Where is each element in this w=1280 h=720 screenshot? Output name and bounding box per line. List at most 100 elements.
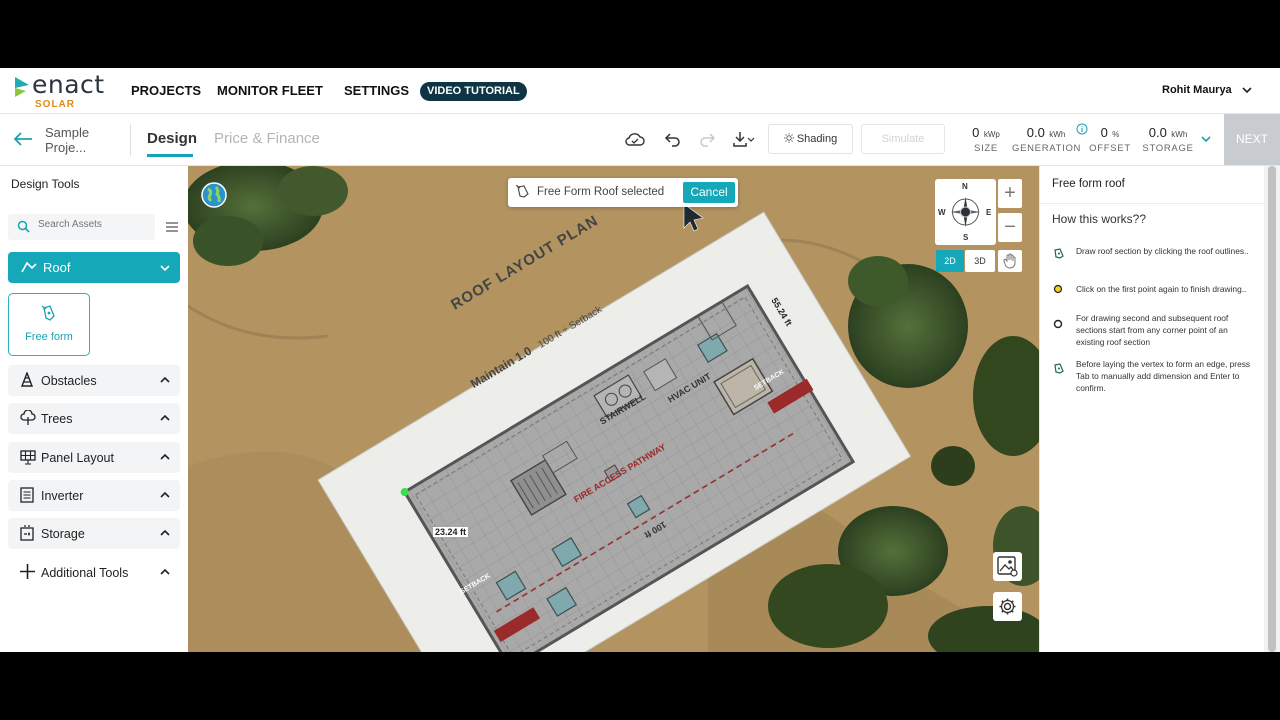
- stat-label: GENERATION: [1012, 143, 1082, 154]
- cloud-save-icon[interactable]: [624, 130, 646, 148]
- gear-icon: [999, 598, 1016, 615]
- stat-unit: kWp: [983, 130, 1000, 139]
- stat-value: 0: [972, 125, 980, 140]
- roof-category-button[interactable]: Roof: [8, 252, 180, 283]
- project-name[interactable]: Sample Proje...: [45, 125, 105, 155]
- free-form-roof-tool[interactable]: Free form: [8, 293, 90, 356]
- globe-icon[interactable]: [201, 182, 227, 208]
- panel-layout-section[interactable]: Panel Layout: [8, 442, 180, 473]
- chevron-up-icon: [160, 376, 170, 383]
- help-panel: Free form roof How this works?? Draw roo…: [1039, 166, 1265, 652]
- nav-settings[interactable]: SETTINGS: [344, 83, 409, 98]
- help-title: Free form roof: [1052, 178, 1125, 190]
- plus-icon: [20, 564, 35, 579]
- compass-east: E: [986, 208, 992, 217]
- top-navigation: enact SOLAR PROJECTS MONITOR FLEET SETTI…: [0, 68, 1280, 114]
- pan-tool-button[interactable]: [998, 250, 1022, 272]
- zoom-out-button[interactable]: −: [998, 213, 1022, 242]
- help-step: Click on the first point again to finish…: [1076, 284, 1247, 294]
- obstacles-section[interactable]: Obstacles: [8, 365, 180, 396]
- chevron-up-icon: [160, 491, 170, 498]
- zoom-in-button[interactable]: +: [998, 179, 1022, 208]
- image-overlay-button[interactable]: [993, 552, 1022, 581]
- pen-tool-icon: [1054, 363, 1064, 374]
- section-label: Panel Layout: [41, 451, 114, 465]
- enact-logo[interactable]: enact SOLAR: [13, 70, 113, 110]
- section-label: Obstacles: [41, 374, 97, 388]
- chevron-down-icon[interactable]: [1200, 134, 1212, 144]
- sun-icon: [783, 133, 794, 143]
- cancel-button[interactable]: Cancel: [683, 182, 735, 203]
- list-menu-icon[interactable]: [166, 222, 178, 232]
- solar-panel-icon: [20, 450, 36, 465]
- shading-button[interactable]: Shading: [768, 124, 853, 154]
- simulate-button[interactable]: Simulate: [861, 124, 945, 154]
- obstacle-icon: [20, 372, 34, 387]
- selection-toast: Free Form Roof selected Cancel: [508, 178, 738, 207]
- section-label: Storage: [41, 527, 85, 541]
- storage-section[interactable]: Storage: [8, 518, 180, 549]
- next-button[interactable]: NEXT: [1224, 114, 1280, 165]
- logo-leaf-icon: [15, 77, 29, 97]
- chevron-down-icon[interactable]: [1241, 84, 1253, 96]
- help-step: Draw roof section by clicking the roof o…: [1076, 246, 1249, 256]
- design-tools-panel: Design Tools Roof Free form Obstacles Tr…: [0, 166, 188, 652]
- nav-monitor-fleet[interactable]: MONITOR FLEET: [217, 83, 323, 98]
- yellow-point-icon: [1053, 284, 1063, 294]
- inverter-section[interactable]: Inverter: [8, 480, 180, 511]
- download-icon[interactable]: [732, 130, 756, 148]
- image-icon: [997, 556, 1018, 577]
- search-icon: [17, 220, 30, 233]
- chevron-up-icon: [160, 453, 170, 460]
- map-canvas[interactable]: ROOF LAYOUT PLAN Maintain 1.0 100 ft ÷ S…: [188, 166, 1039, 652]
- nav-projects[interactable]: PROJECTS: [131, 83, 201, 98]
- stat-value: 0: [1100, 125, 1108, 140]
- section-label: Inverter: [41, 489, 84, 503]
- back-arrow-icon[interactable]: [12, 130, 34, 148]
- logo-wordmark: enact: [32, 70, 105, 99]
- pen-tool-icon: [516, 185, 529, 198]
- how-it-works-heading: How this works??: [1052, 212, 1147, 226]
- video-tutorial-button[interactable]: VIDEO TUTORIAL: [420, 82, 527, 101]
- search-input[interactable]: [38, 219, 148, 230]
- toast-message: Free Form Roof selected: [537, 186, 665, 198]
- search-box: [8, 214, 155, 240]
- redo-icon[interactable]: [698, 130, 716, 148]
- dimension-short: 23.24 ft: [433, 527, 469, 537]
- compass[interactable]: N S W E: [935, 179, 996, 245]
- undo-icon[interactable]: [664, 130, 682, 148]
- additional-tools-section[interactable]: Additional Tools: [8, 557, 180, 588]
- scrollbar-thumb[interactable]: [1268, 166, 1276, 652]
- divider: [1040, 203, 1265, 204]
- stat-unit: kWh: [1171, 130, 1188, 139]
- map-settings-button[interactable]: [993, 592, 1022, 621]
- compass-north: N: [962, 182, 968, 191]
- tree-icon: [20, 410, 36, 425]
- section-label: Additional Tools: [41, 566, 129, 580]
- divider: [130, 124, 131, 156]
- chevron-up-icon: [160, 529, 170, 536]
- view-2d-button[interactable]: 2D: [936, 250, 964, 272]
- section-label: Trees: [41, 412, 73, 426]
- pen-tool-icon: [41, 305, 55, 321]
- stat-offset: 0 % OFFSET: [1089, 124, 1131, 154]
- tab-design[interactable]: Design: [147, 130, 197, 147]
- scrollbar[interactable]: [1264, 166, 1280, 652]
- roof-icon: [21, 261, 37, 273]
- stat-value: 0.0: [1148, 125, 1167, 140]
- shading-label: Shading: [796, 133, 838, 145]
- help-step: For drawing second and subsequent roof s…: [1076, 313, 1229, 347]
- stat-unit: kWh: [1049, 130, 1066, 139]
- tab-price-finance[interactable]: Price & Finance: [214, 130, 320, 147]
- help-step: Before laying the vertex to form an edge…: [1076, 359, 1251, 393]
- trees-section[interactable]: Trees: [8, 403, 180, 434]
- view-3d-button[interactable]: 3D: [965, 250, 995, 272]
- hand-icon: [1003, 253, 1016, 269]
- info-icon[interactable]: [1076, 123, 1088, 135]
- stat-storage: 0.0 kWh STORAGE: [1140, 124, 1196, 154]
- free-form-label: Free form: [25, 331, 73, 343]
- stat-value: 0.0: [1026, 125, 1045, 140]
- app-window: enact SOLAR PROJECTS MONITOR FLEET SETTI…: [0, 68, 1280, 652]
- inverter-icon: [20, 487, 34, 503]
- user-name[interactable]: Rohit Maurya: [1162, 84, 1232, 96]
